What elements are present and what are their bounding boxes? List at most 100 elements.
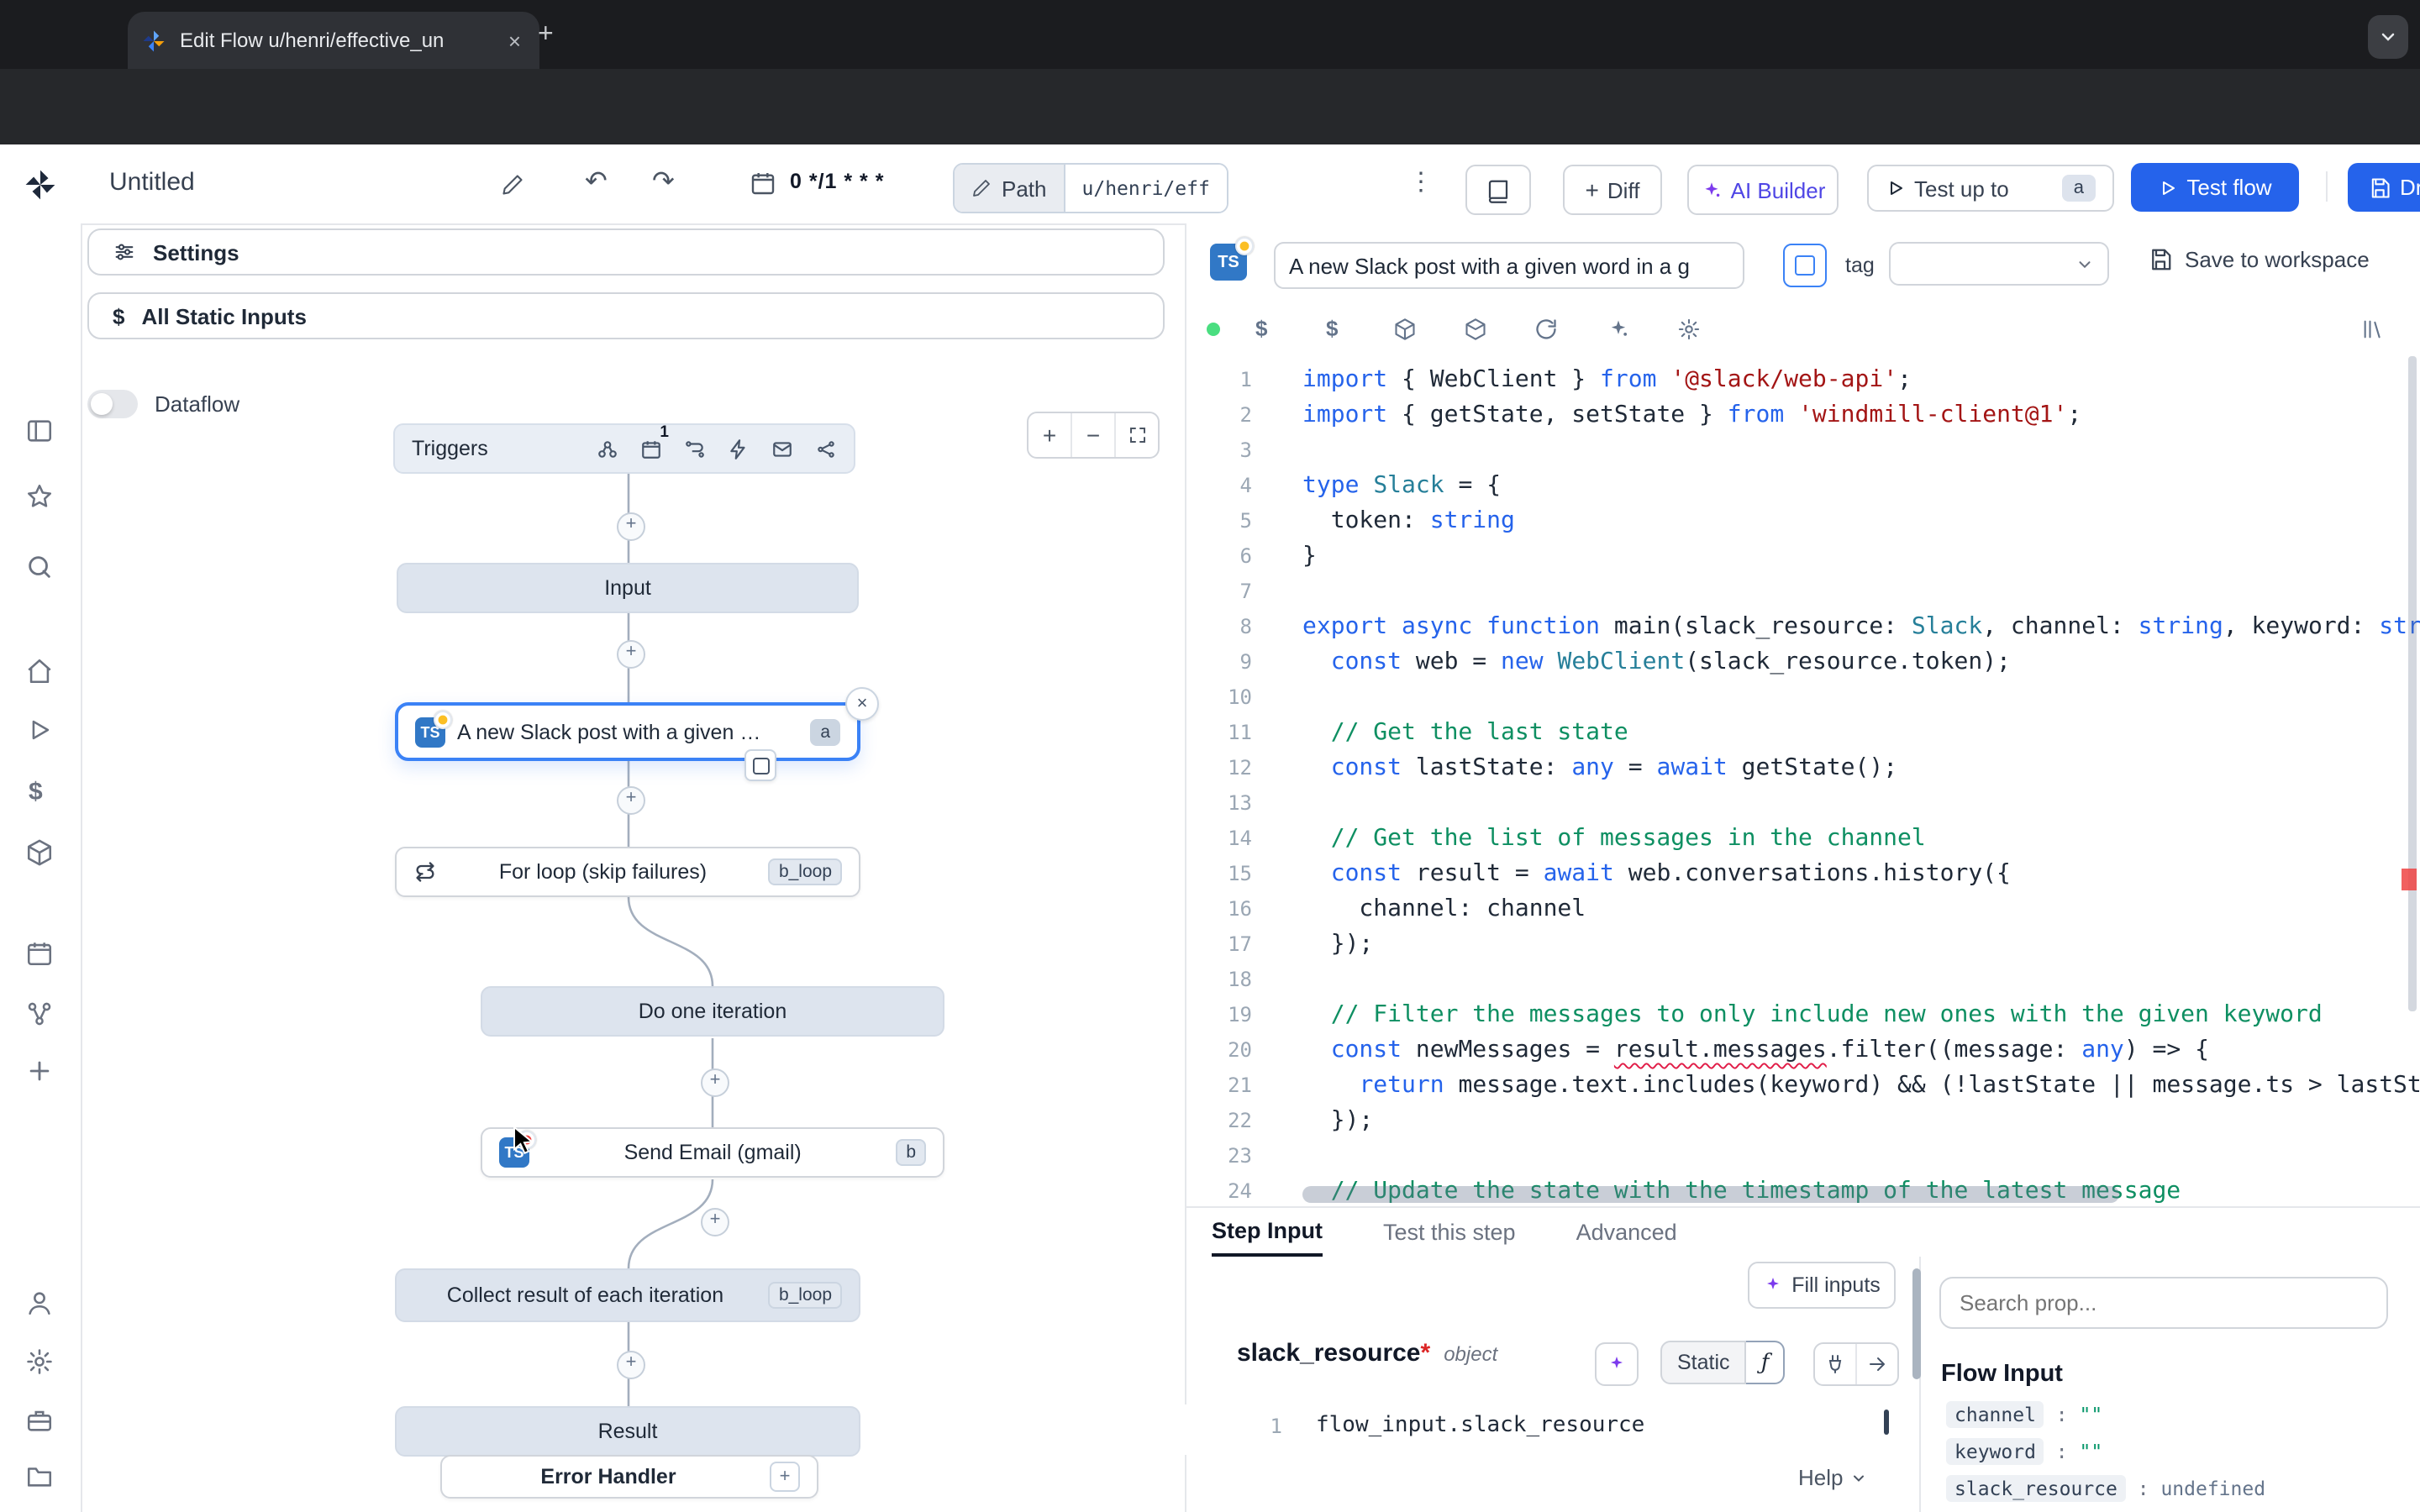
add-step-button[interactable]: + — [617, 786, 645, 815]
resources-cube-icon[interactable] — [25, 838, 54, 867]
undo-icon[interactable]: ↶ — [585, 165, 608, 198]
fill-inputs-button[interactable]: Fill inputs — [1748, 1262, 1896, 1309]
code-line[interactable]: 6} — [1185, 539, 2420, 575]
http-route-icon[interactable] — [684, 438, 706, 459]
code-line[interactable]: 19 // Filter the messages to only includ… — [1185, 998, 2420, 1033]
runs-play-icon[interactable] — [25, 716, 54, 744]
expression-editor[interactable]: 1 flow_input.slack_resource — [1185, 1404, 1907, 1455]
flows-branch-icon[interactable] — [25, 1000, 54, 1028]
variables-picker-icon[interactable]: $ — [1255, 316, 1267, 341]
editor-horizontal-scrollbar[interactable] — [1302, 1186, 2119, 1203]
add-plus-icon[interactable] — [25, 1057, 54, 1085]
iteration-node[interactable]: Do one iteration — [481, 986, 944, 1037]
bottom-scrollbar-thumb[interactable] — [1912, 1268, 1921, 1379]
more-menu-icon[interactable]: ⋮ — [1408, 166, 1434, 197]
ai-fill-button[interactable] — [1595, 1342, 1639, 1386]
add-step-button[interactable]: + — [701, 1068, 729, 1097]
slack-step-node[interactable]: TS A new Slack post with a given wor... … — [395, 702, 860, 761]
code-line[interactable]: 20 const newMessages = result.messages.f… — [1185, 1033, 2420, 1068]
code-line[interactable]: 14 // Get the list of messages in the ch… — [1185, 822, 2420, 857]
expression-text[interactable]: flow_input.slack_resource — [1316, 1413, 1644, 1438]
reload-code-icon[interactable] — [1534, 318, 1558, 341]
code-line[interactable]: 5 token: string — [1185, 504, 2420, 539]
code-line[interactable]: 11 // Get the last state — [1185, 716, 2420, 751]
ai-builder-button[interactable]: AI Builder — [1687, 165, 1839, 215]
library-package-icon[interactable] — [1464, 318, 1487, 341]
code-line[interactable]: 13 — [1185, 786, 2420, 822]
add-step-button[interactable]: + — [617, 640, 645, 669]
plug-button[interactable] — [1815, 1344, 1857, 1384]
test-flow-button[interactable]: Test flow — [2131, 163, 2299, 212]
settings-gear-icon[interactable] — [25, 1347, 54, 1376]
tab-test-this-step[interactable]: Test this step — [1383, 1219, 1516, 1244]
search-icon[interactable] — [25, 553, 54, 581]
forloop-node[interactable]: For loop (skip failures) b_loop — [395, 847, 860, 897]
resources-picker-icon[interactable]: $ — [1326, 316, 1338, 341]
docs-book-button[interactable] — [1465, 165, 1531, 215]
code-line[interactable]: 7 — [1185, 575, 2420, 610]
path-value-segment[interactable]: u/henri/eff — [1065, 165, 1227, 212]
path-control[interactable]: Path u/henri/eff — [953, 163, 1228, 213]
email-step-node[interactable]: TS Send Email (gmail) b — [481, 1127, 944, 1178]
search-prop-input[interactable] — [1939, 1277, 2388, 1329]
static-mode-button[interactable]: Static — [1660, 1341, 1747, 1384]
tag-select[interactable] — [1889, 242, 2109, 286]
triggers-node[interactable]: Triggers 1 — [393, 423, 855, 474]
draft-button[interactable]: Draft — [2348, 163, 2420, 212]
cron-expression[interactable]: 0 */1 * * * — [790, 170, 884, 193]
tab-search-button[interactable] — [2368, 15, 2408, 59]
schedule-trigger-icon[interactable] — [640, 438, 662, 459]
zoom-out-button[interactable]: − — [1072, 413, 1116, 457]
flow-input-row[interactable]: slack_resource : undefined — [1946, 1470, 2400, 1507]
code-line[interactable]: 9 const web = new WebClient(slack_resour… — [1185, 645, 2420, 680]
cache-indicator-button[interactable] — [744, 749, 776, 781]
remove-step-button[interactable]: × — [845, 687, 879, 721]
static-inputs-row[interactable]: $ All Static Inputs — [87, 292, 1165, 339]
email-trigger-icon[interactable] — [771, 438, 793, 459]
insert-arrow-button[interactable] — [1857, 1344, 1897, 1384]
code-line[interactable]: 16 channel: channel — [1185, 892, 2420, 927]
windmill-logo[interactable] — [22, 166, 59, 203]
step-summary-input[interactable] — [1274, 242, 1744, 289]
schedules-calendar-icon[interactable] — [25, 939, 54, 968]
code-line[interactable]: 4type Slack = { — [1185, 469, 2420, 504]
user-icon[interactable] — [25, 1289, 54, 1317]
code-line[interactable]: 8export async function main(slack_resour… — [1185, 610, 2420, 645]
variables-dollar-icon[interactable]: $ — [29, 778, 43, 806]
code-editor[interactable]: 1import { WebClient } from '@slack/web-a… — [1185, 344, 2420, 1206]
dataflow-toggle[interactable] — [87, 390, 138, 418]
code-line[interactable]: 15 const result = await web.conversation… — [1185, 857, 2420, 892]
settings-row[interactable]: Settings — [87, 228, 1165, 276]
path-label-segment[interactable]: Path — [955, 165, 1065, 212]
diff-button[interactable]: + Diff — [1563, 165, 1662, 215]
zoom-in-button[interactable]: + — [1028, 413, 1072, 457]
fit-view-button[interactable] — [1116, 413, 1158, 457]
add-error-handler-button[interactable]: + — [770, 1462, 800, 1492]
schedule-calendar-icon[interactable] — [750, 170, 776, 197]
editor-vertical-scrollbar[interactable] — [2408, 356, 2417, 1011]
new-tab-button[interactable]: + — [538, 20, 554, 50]
package-icon[interactable] — [1393, 318, 1417, 341]
code-line[interactable]: 10 — [1185, 680, 2420, 716]
panel-icon[interactable] — [25, 417, 54, 445]
workers-toolbox-icon[interactable] — [25, 1406, 54, 1435]
browser-tab[interactable]: Edit Flow u/henri/effective_un × — [128, 12, 539, 69]
error-handler-node[interactable]: Error Handler + — [440, 1455, 818, 1499]
editor-settings-gear-icon[interactable] — [1677, 318, 1701, 341]
tab-close-icon[interactable]: × — [503, 28, 526, 53]
code-line[interactable]: 1import { WebClient } from '@slack/web-a… — [1185, 363, 2420, 398]
edit-title-pencil-icon[interactable] — [501, 173, 524, 197]
websocket-icon[interactable] — [728, 438, 750, 459]
add-step-button[interactable]: + — [617, 1351, 645, 1379]
add-step-button[interactable]: + — [617, 512, 645, 541]
flow-title[interactable]: Untitled — [109, 168, 195, 197]
code-line[interactable]: 3 — [1185, 433, 2420, 469]
input-node[interactable]: Input — [397, 563, 859, 613]
ai-assistant-icon[interactable] — [1607, 318, 1630, 341]
test-up-to-button[interactable]: Test up to a — [1867, 165, 2114, 212]
home-icon[interactable] — [25, 657, 54, 685]
tab-advanced[interactable]: Advanced — [1576, 1219, 1677, 1244]
flow-input-row[interactable]: channel : "" — [1946, 1396, 2400, 1433]
code-line[interactable]: 17 }); — [1185, 927, 2420, 963]
kafka-icon[interactable] — [815, 438, 837, 459]
